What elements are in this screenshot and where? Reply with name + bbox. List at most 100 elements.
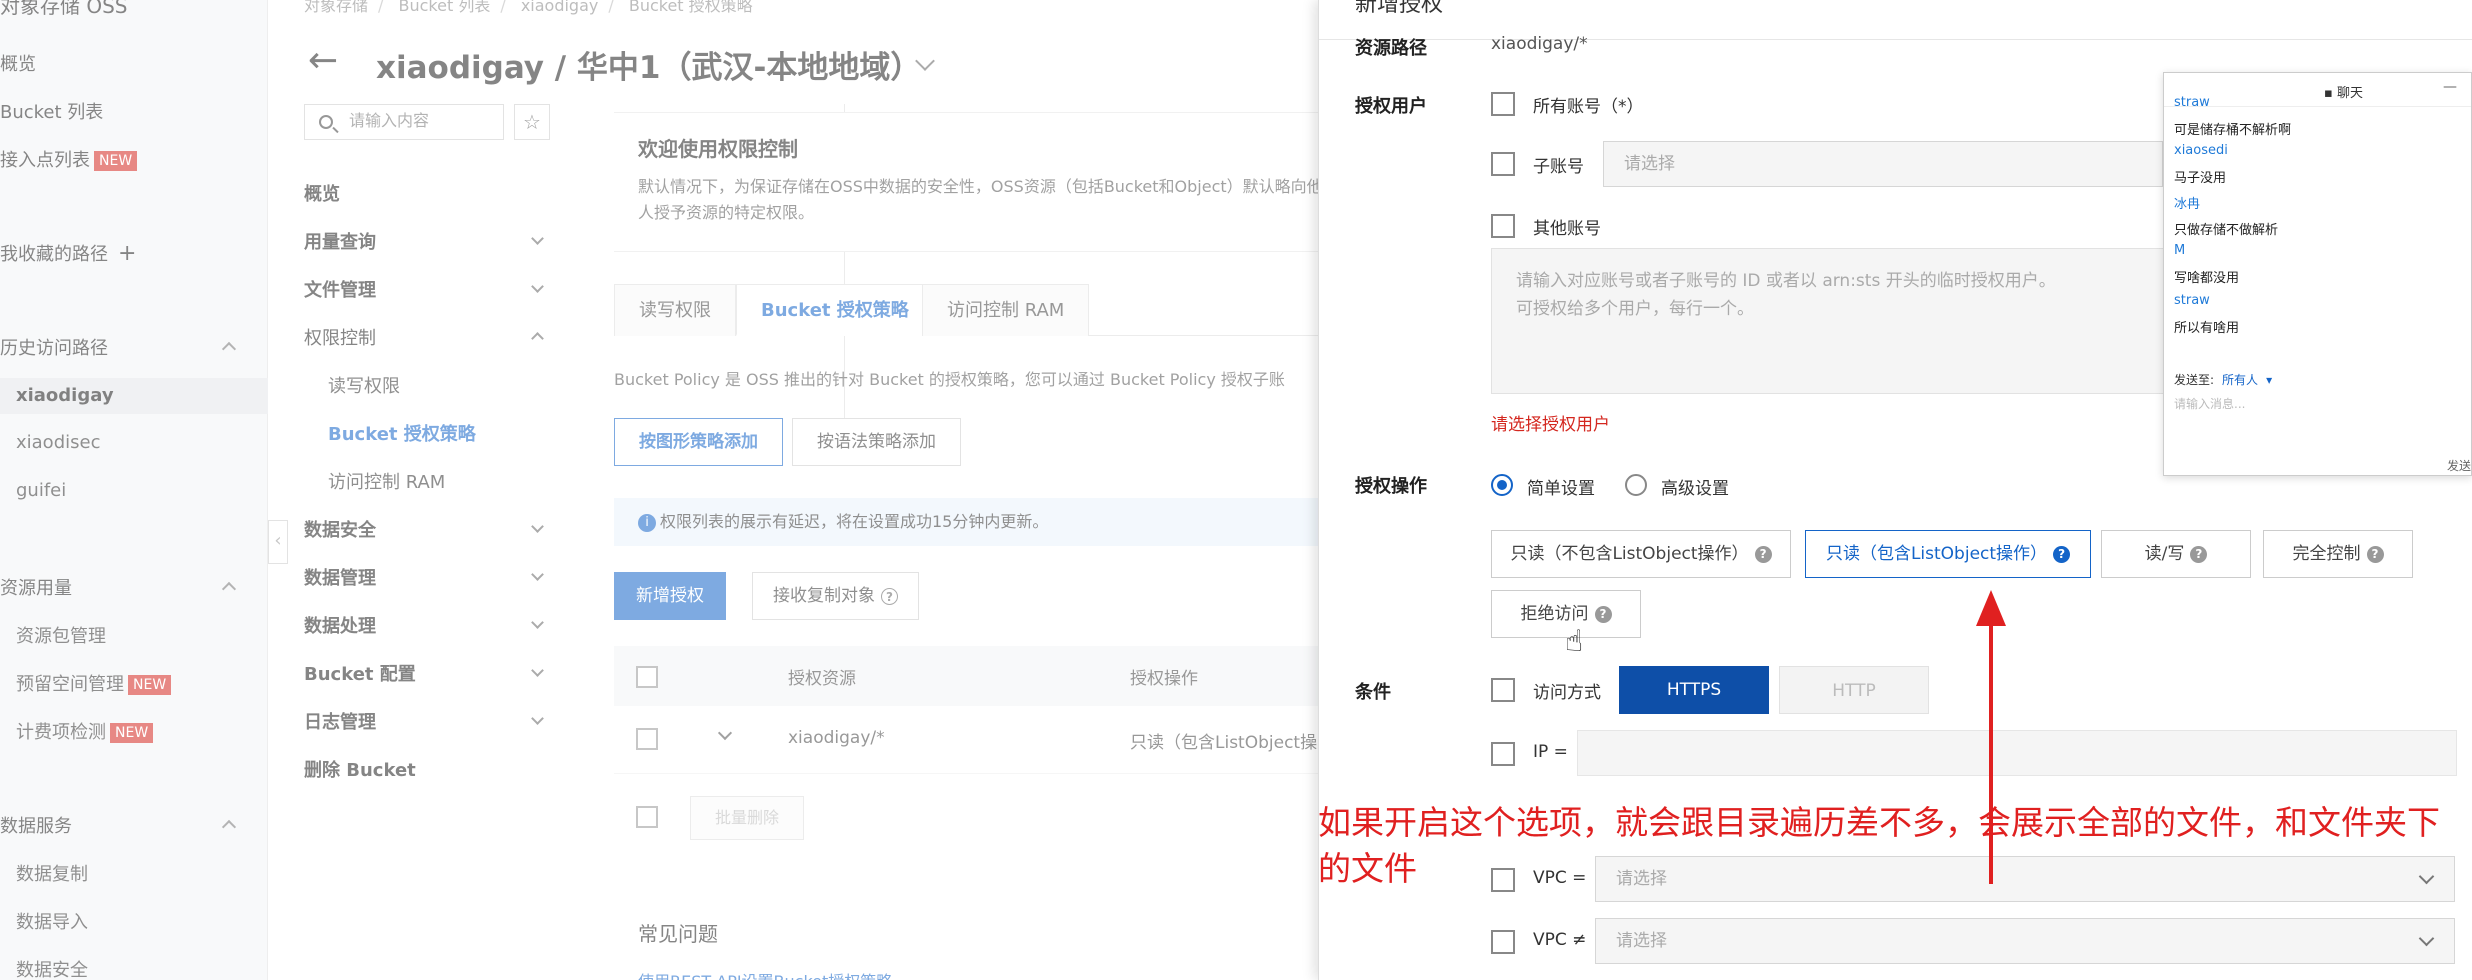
send-to-select[interactable]: 所有人: [2222, 373, 2258, 387]
back-arrow-icon[interactable]: ←: [308, 40, 338, 81]
subnav-bucket-config[interactable]: Bucket 配置: [304, 660, 562, 686]
subnav-file-management[interactable]: 文件管理: [304, 276, 562, 302]
subnav-overview[interactable]: 概览: [304, 180, 562, 206]
subnav-usage[interactable]: 用量查询: [304, 228, 562, 254]
other-accounts-checkbox[interactable]: [1491, 214, 1515, 238]
chat-message: 写啥都没用: [2174, 271, 2240, 286]
all-accounts-checkbox[interactable]: [1491, 92, 1515, 116]
subnav-log-management[interactable]: 日志管理: [304, 708, 562, 734]
access-method-label: 访问方式: [1533, 683, 1601, 703]
access-method-checkbox[interactable]: [1491, 678, 1515, 702]
subnav-permission-control[interactable]: 权限控制: [304, 324, 562, 350]
chat-input[interactable]: 请输入消息...: [2174, 395, 2245, 412]
screen: 对象存储 OSS 概览 Bucket 列表 接入点列表 NEW 我收藏的路径 + 历…: [0, 0, 2472, 980]
footer-checkbox[interactable]: [636, 806, 658, 828]
tab-bucket-policy[interactable]: Bucket 授权策略: [736, 284, 934, 336]
expand-chevron-icon[interactable]: [717, 725, 733, 741]
nav-item-access-points[interactable]: 接入点列表 NEW: [0, 146, 138, 172]
perm-read-write[interactable]: 读/写?: [2101, 530, 2251, 578]
chevron-up-icon: [531, 332, 544, 345]
subnav-data-management[interactable]: 数据管理: [304, 564, 562, 590]
subnav-label: 删除 Bucket: [304, 760, 416, 781]
sub-account-select[interactable]: 请选择: [1603, 141, 2163, 187]
nav-item-history-xiaodisec[interactable]: xiaodisec: [16, 432, 100, 453]
http-button[interactable]: HTTP: [1779, 666, 1929, 714]
subnav-bucket-policy[interactable]: Bucket 授权策略: [328, 420, 562, 446]
ip-equal-checkbox[interactable]: [1491, 742, 1515, 766]
column-header: 授权资源: [788, 669, 856, 689]
help-icon[interactable]: ?: [2190, 545, 2208, 563]
subnav-label: 日志管理: [304, 712, 376, 733]
advanced-setting-radio[interactable]: [1625, 474, 1647, 496]
nav-item-data-security[interactable]: 数据安全: [16, 956, 88, 980]
help-icon[interactable]: ?: [2053, 545, 2071, 563]
subnav-rw-permission[interactable]: 读写权限: [328, 372, 562, 398]
nav-section-data-service[interactable]: 数据服务: [0, 812, 268, 838]
help-icon[interactable]: ?: [1594, 605, 1612, 623]
sub-account-checkbox[interactable]: [1491, 152, 1515, 176]
star-icon[interactable]: ☆: [514, 104, 550, 140]
nav-item-history-xiaodigay[interactable]: xiaodigay: [0, 378, 268, 414]
perm-readonly-no-list[interactable]: 只读（不包含ListObject操作）?: [1491, 530, 1791, 578]
perm-readonly-with-list[interactable]: 只读（包含ListObject操作）?: [1805, 530, 2091, 578]
add-icon[interactable]: +: [118, 241, 136, 266]
batch-delete-button[interactable]: 批量删除: [690, 796, 805, 840]
perm-label: 只读（包含ListObject操作）: [1825, 544, 2048, 564]
subnav-ram[interactable]: 访问控制 RAM: [328, 468, 562, 494]
auth-user-error: 请选择授权用户: [1491, 415, 1610, 435]
nav-item-overview[interactable]: 概览: [0, 50, 36, 76]
other-accounts-textarea[interactable]: 请输入对应账号或者子账号的 ID 或者以 arn:sts 开头的临时授权用户。 …: [1491, 248, 2171, 394]
perm-full-control[interactable]: 完全控制?: [2263, 530, 2413, 578]
breadcrumb-item[interactable]: xiaodigay: [521, 0, 599, 15]
send-to-row: 发送至: 所有人 ▾: [2174, 371, 2272, 388]
chevron-down-icon: [531, 712, 544, 725]
nav-item-reserved-space[interactable]: 预留空间管理 NEW: [16, 670, 172, 696]
tab-ram[interactable]: 访问控制 RAM: [922, 284, 1090, 336]
table-row: xiaodigay/* 只读（包含ListObject操: [614, 706, 1318, 774]
collapse-sidebar-button[interactable]: ‹: [268, 520, 288, 564]
chat-header: ▪ 聊天 —: [2164, 73, 2471, 107]
graphic-policy-button[interactable]: 按图形策略添加: [614, 418, 783, 466]
select-all-checkbox[interactable]: [636, 666, 658, 688]
help-icon[interactable]: ?: [1754, 545, 1772, 563]
help-icon[interactable]: ?: [2366, 545, 2384, 563]
subnav-delete-bucket[interactable]: 删除 Bucket: [304, 756, 562, 782]
faq-link[interactable]: 使用REST API设置Bucket授权策略: [638, 968, 892, 980]
nav-section-resources[interactable]: 资源用量: [0, 574, 268, 600]
nav-label: 计费项检测: [16, 722, 106, 743]
new-badge: NEW: [94, 151, 138, 171]
data-service-label: 数据服务: [0, 816, 72, 837]
subnav-search[interactable]: [304, 104, 504, 140]
search-input[interactable]: [349, 111, 499, 133]
https-button[interactable]: HTTPS: [1619, 666, 1769, 714]
help-icon[interactable]: ?: [881, 587, 898, 605]
tab-rw-permission[interactable]: 读写权限: [614, 284, 736, 336]
search-icon: [319, 115, 333, 129]
nav-item-history-guifei[interactable]: guifei: [16, 480, 66, 501]
vpc-not-equal-select[interactable]: 请选择: [1595, 918, 2455, 964]
select-placeholder: 请选择: [1624, 154, 1675, 174]
receive-copy-button[interactable]: 接收复制对象?: [752, 572, 919, 620]
row-checkbox[interactable]: [636, 728, 658, 750]
simple-setting-radio[interactable]: [1491, 474, 1513, 496]
nav-item-bucket-list[interactable]: Bucket 列表: [0, 98, 103, 124]
minimize-icon[interactable]: —: [2443, 79, 2457, 95]
breadcrumb-item[interactable]: 对象存储: [304, 0, 368, 15]
chat-send-button[interactable]: 发送: [2447, 457, 2471, 474]
chevron-down-icon: [531, 664, 544, 677]
breadcrumb-item[interactable]: Bucket 列表: [399, 0, 491, 15]
nav-item-resource-pack[interactable]: 资源包管理: [16, 622, 106, 648]
subnav-data-processing[interactable]: 数据处理: [304, 612, 562, 638]
nav-item-favorites[interactable]: 我收藏的路径 +: [0, 240, 136, 266]
subnav-data-security[interactable]: 数据安全: [304, 516, 562, 542]
nav-section-history[interactable]: 历史访问路径: [0, 334, 268, 360]
dropdown-caret-icon[interactable]: ▾: [2266, 373, 2272, 387]
add-authorization-button[interactable]: 新增授权: [614, 572, 726, 620]
vpc-not-equal-checkbox[interactable]: [1491, 930, 1515, 954]
ip-input[interactable]: [1577, 730, 2457, 776]
nav-item-data-import[interactable]: 数据导入: [16, 908, 88, 934]
nav-item-billing-check[interactable]: 计费项检测 NEW: [16, 718, 154, 744]
syntax-policy-button[interactable]: 按语法策略添加: [792, 418, 961, 466]
perm-label: 完全控制: [2292, 544, 2361, 564]
nav-item-data-replication[interactable]: 数据复制: [16, 860, 88, 886]
